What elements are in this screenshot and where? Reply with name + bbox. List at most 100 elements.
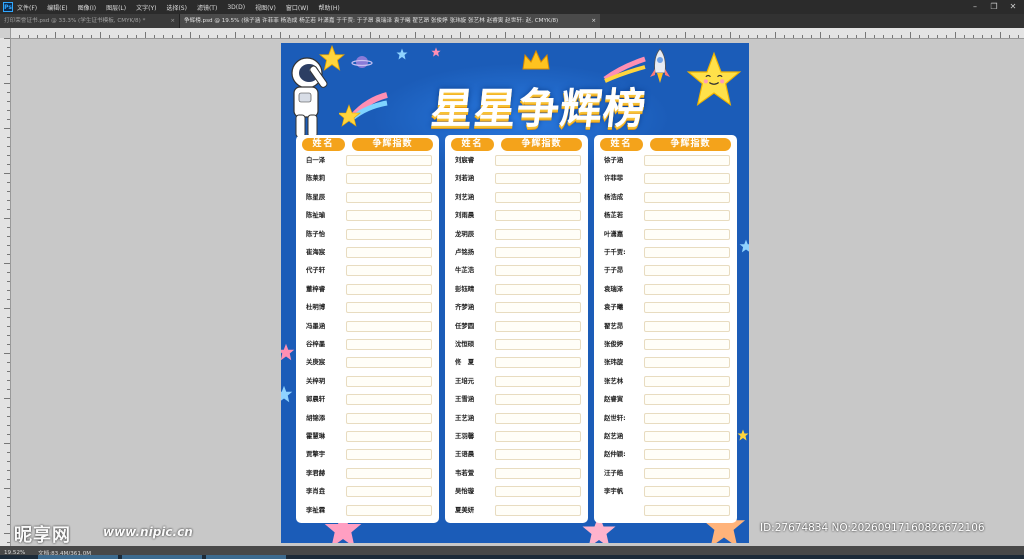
ruler-tick — [694, 35, 695, 38]
photoshop-logo-icon[interactable]: Ps — [3, 2, 13, 12]
minimize-icon[interactable]: – — [966, 0, 984, 14]
score-box — [495, 431, 581, 442]
name-row: 关庚宸 — [302, 356, 433, 369]
card-header: 姓名 争辉指数 — [451, 138, 582, 151]
name-row: 陈祉瑜 — [302, 209, 433, 222]
score-box — [644, 283, 730, 295]
ruler-tick — [919, 35, 920, 38]
name-row: 赵世轩: — [600, 412, 731, 425]
tab-close-icon[interactable]: × — [591, 14, 596, 28]
ruler-tick — [154, 35, 155, 38]
score-box — [495, 210, 581, 222]
ruler-tick — [199, 35, 200, 38]
name-row: 吴怡璇 — [451, 485, 582, 498]
ruler-tick — [793, 35, 794, 38]
ruler-tick — [118, 35, 119, 38]
menu-file[interactable]: 文件(F) — [17, 3, 37, 12]
ruler-tick — [7, 416, 10, 417]
menu-type[interactable]: 文字(Y) — [136, 3, 156, 12]
student-name: 佟 夏 — [455, 358, 475, 367]
name-row: 韦若萱 — [451, 467, 582, 480]
student-name: 张艺林 — [604, 376, 624, 385]
student-name: 关庚宸 — [306, 358, 326, 367]
student-name — [600, 504, 642, 517]
score-box — [346, 210, 432, 222]
taskbar-thumbnail[interactable] — [206, 555, 286, 559]
ruler-tick — [703, 35, 704, 38]
watermark-url: www.nipic.cn — [103, 525, 193, 539]
student-name: 翟艺昂 — [604, 321, 624, 330]
taskbar-thumbnail[interactable] — [122, 555, 202, 559]
name-row: 龙玥辰 — [451, 228, 582, 241]
header-name-label: 姓名 — [600, 138, 643, 151]
poster-document[interactable]: 星星争辉榜 姓名 争辉指数 白一泽 陈莱莉 陈星辰 陈祉瑜 陈子怡 崔海宸 代子轩 董梓睿 杜明… — [281, 43, 749, 543]
name-row: 赵睿寅 — [600, 393, 731, 406]
tab-leaderboard[interactable]: 争辉榜.psd @ 19.5% (徐子涵 许菲菲 杨浩成 杨芷若 叶潇嘉 于千贾… — [180, 14, 600, 28]
ruler-tick — [7, 479, 10, 480]
menu-select[interactable]: 选择(S) — [166, 3, 187, 12]
ruler-tick — [4, 308, 10, 309]
vertical-ruler[interactable] — [0, 28, 11, 546]
menu-image[interactable]: 图像(I) — [78, 3, 96, 12]
student-name: 李肖垚 — [306, 487, 326, 496]
ruler-tick — [91, 35, 92, 38]
ruler-tick — [685, 32, 686, 38]
ruler-tick — [208, 35, 209, 38]
student-name: 谷梓墨 — [306, 340, 326, 348]
menu-view[interactable]: 视图(V) — [255, 3, 276, 12]
ruler-tick — [7, 542, 10, 543]
name-row: 杨芷若 — [600, 209, 731, 222]
score-box — [644, 173, 730, 185]
name-row: 刘雨晨 — [451, 209, 582, 222]
name-row: 王雪涵 — [451, 393, 582, 406]
student-name: 李宇帆 — [604, 487, 624, 496]
ruler-tick — [307, 35, 308, 38]
name-row: 杜明博 — [302, 301, 433, 314]
ruler-tick — [235, 32, 236, 38]
taskbar-thumbnail[interactable] — [38, 555, 118, 559]
ruler-tick — [7, 74, 10, 75]
name-row: 王语晨 — [451, 448, 582, 461]
menu-layer[interactable]: 图层(L) — [106, 3, 126, 12]
ruler-tick — [937, 35, 938, 38]
planet-icon — [351, 56, 373, 68]
menu-window[interactable]: 窗口(W) — [286, 3, 309, 12]
name-row: 彭钰晴 — [451, 283, 582, 296]
ruler-tick — [7, 155, 10, 156]
ruler-tick — [910, 32, 911, 38]
student-name: 张玮旋 — [604, 358, 624, 367]
ruler-tick — [811, 35, 812, 38]
ruler-tick — [7, 362, 10, 363]
name-row: 李祉霖 — [302, 504, 433, 517]
ruler-tick — [622, 35, 623, 38]
menu-edit[interactable]: 编辑(E) — [47, 3, 67, 12]
score-box — [644, 302, 730, 314]
name-row: 代子轩 — [302, 264, 433, 277]
tab-certificate[interactable]: 打印荣誉证书.psd @ 33.3% (学生证书模板, CMYK/8) * × — [0, 14, 180, 28]
restore-icon[interactable]: ❐ — [985, 0, 1003, 14]
ruler-tick — [7, 290, 10, 291]
crown-icon — [522, 49, 550, 70]
score-box — [346, 320, 432, 332]
menu-help[interactable]: 帮助(H) — [319, 3, 340, 12]
ruler-tick — [4, 218, 10, 219]
ruler-tick — [595, 32, 596, 38]
student-name: 关梓玥 — [306, 376, 326, 385]
name-row: 刘若涵 — [451, 172, 582, 185]
menu-3d[interactable]: 3D(D) — [227, 4, 245, 11]
ruler-tick — [982, 35, 983, 38]
score-box — [644, 449, 730, 461]
ruler-tick — [7, 272, 10, 273]
close-icon[interactable]: ✕ — [1004, 0, 1022, 14]
ruler-tick — [217, 35, 218, 38]
ruler-origin[interactable] — [0, 28, 10, 38]
ruler-tick — [379, 35, 380, 38]
ruler-tick — [100, 32, 101, 38]
tab-close-icon[interactable]: × — [170, 14, 175, 28]
menu-filter[interactable]: 滤镜(T) — [197, 3, 217, 12]
name-row: 齐梦涵 — [451, 301, 582, 314]
ruler-tick — [865, 32, 866, 38]
horizontal-ruler[interactable] — [10, 28, 1024, 39]
score-box — [495, 449, 581, 461]
name-row: 佟 夏 — [451, 356, 582, 369]
